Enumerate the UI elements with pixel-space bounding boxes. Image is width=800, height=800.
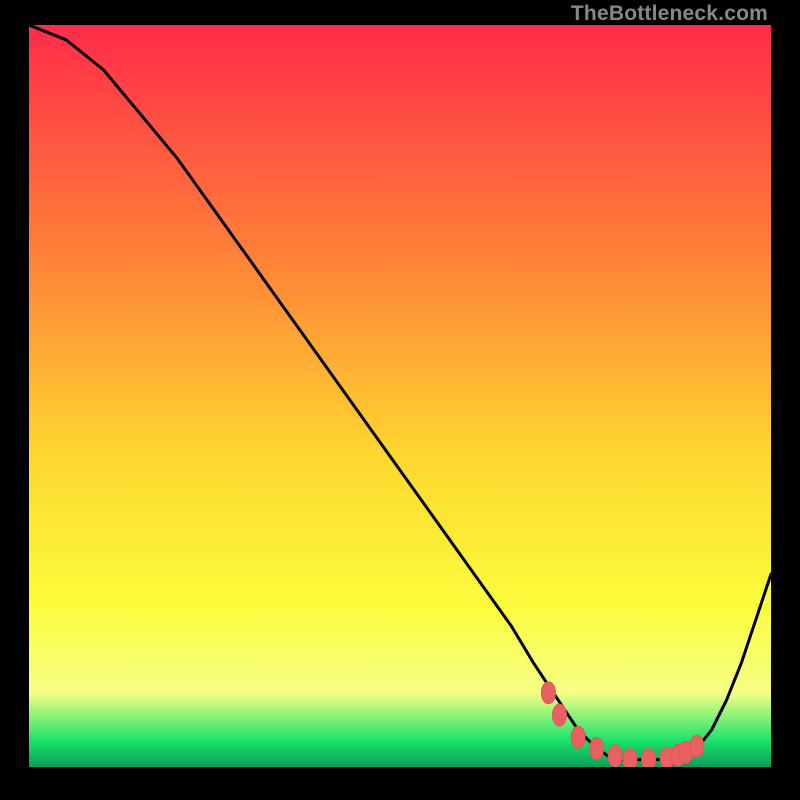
marker-point [590, 738, 604, 760]
marker-point [541, 682, 555, 704]
marker-point [608, 745, 622, 767]
chart-frame [29, 25, 771, 767]
chart-svg [29, 25, 771, 767]
marker-point [623, 749, 637, 767]
gradient-background [29, 25, 771, 767]
marker-point [642, 749, 656, 767]
marker-point [690, 735, 704, 757]
watermark-text: TheBottleneck.com [571, 2, 768, 26]
marker-point [553, 704, 567, 726]
marker-point [571, 726, 585, 748]
